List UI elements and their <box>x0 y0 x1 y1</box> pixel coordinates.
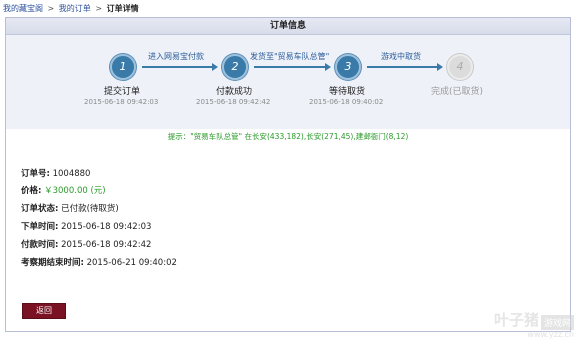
order-info-panel: 订单信息 1 2 3 4 进入网易宝付款 发货至"贸易车队总管" 游戏中取货 提… <box>5 17 571 332</box>
pay-time-value: 2015-06-18 09:42:42 <box>61 240 152 250</box>
step-3-icon: 3 <box>335 54 361 80</box>
price-label: 价格: <box>21 186 42 196</box>
breadcrumb-current: 订单详情 <box>106 4 139 13</box>
step-2-label: 付款成功 <box>216 87 253 97</box>
inspect-end-label: 考察期结束时间: <box>21 258 84 268</box>
price-row: 价格: ￥3000.00 (元) <box>21 184 106 196</box>
step-3-time: 2015-06-18 09:40:02 <box>309 98 384 106</box>
step-4-icon: 4 <box>447 54 473 80</box>
arrow-label-pay: 进入网易宝付款 <box>148 52 204 61</box>
arrow-right-icon <box>367 63 443 71</box>
status-row: 订单状态: 已付款(待取货) <box>21 202 119 214</box>
order-time-row: 下单时间: 2015-06-18 09:42:03 <box>21 220 151 232</box>
arrow-label-ship: 发货至"贸易车队总管" <box>250 52 330 61</box>
watermark-main: 叶子猪 <box>493 311 539 329</box>
order-id-label: 订单号: <box>21 169 50 179</box>
order-time-label: 下单时间: <box>21 222 59 232</box>
breadcrumb-home-link[interactable]: 我的藏宝阁 <box>3 4 43 13</box>
arrow-right-icon <box>142 63 218 71</box>
progress-steps <box>6 35 570 129</box>
watermark-logo: 叶子猪 游戏网 www.yzz.cn <box>494 309 574 339</box>
pickup-tip: 提示："贸易车队总管" 在长安(433,182),长安(271,45),建邺衙门… <box>167 132 409 141</box>
step-2-icon: 2 <box>222 54 248 80</box>
order-id-value: 1004880 <box>52 169 91 179</box>
watermark-box: 游戏网 <box>540 315 574 330</box>
inspect-end-row: 考察期结束时间: 2015-06-21 09:40:02 <box>21 256 177 268</box>
breadcrumb-separator: > <box>95 4 103 13</box>
inspect-end-value: 2015-06-21 09:40:02 <box>86 258 177 268</box>
arrow-label-pickup: 游戏中取货 <box>381 52 421 61</box>
watermark-url: www.yzz.cn <box>527 330 574 339</box>
panel-title: 订单信息 <box>6 18 570 35</box>
step-4-label: 完成(已取货) <box>431 87 484 97</box>
breadcrumb-orders-link[interactable]: 我的订单 <box>59 4 91 13</box>
order-id-row: 订单号: 1004880 <box>21 167 90 179</box>
breadcrumb-separator: > <box>47 4 55 13</box>
back-button[interactable]: 返回 <box>22 303 66 319</box>
step-1-time: 2015-06-18 09:42:03 <box>84 98 159 106</box>
step-2-time: 2015-06-18 09:42:42 <box>196 98 271 106</box>
breadcrumb: 我的藏宝阁 > 我的订单 > 订单详情 <box>3 3 139 14</box>
step-3-label: 等待取货 <box>329 87 366 97</box>
status-value: 已付款(待取货) <box>61 204 119 214</box>
pay-time-row: 付款时间: 2015-06-18 09:42:42 <box>21 238 151 250</box>
step-1-icon: 1 <box>110 54 136 80</box>
pay-time-label: 付款时间: <box>21 240 59 250</box>
price-value: ￥3000.00 (元) <box>44 186 106 196</box>
status-label: 订单状态: <box>21 204 59 214</box>
order-time-value: 2015-06-18 09:42:03 <box>61 222 152 232</box>
arrow-right-icon <box>254 63 331 71</box>
step-1-label: 提交订单 <box>104 87 141 97</box>
